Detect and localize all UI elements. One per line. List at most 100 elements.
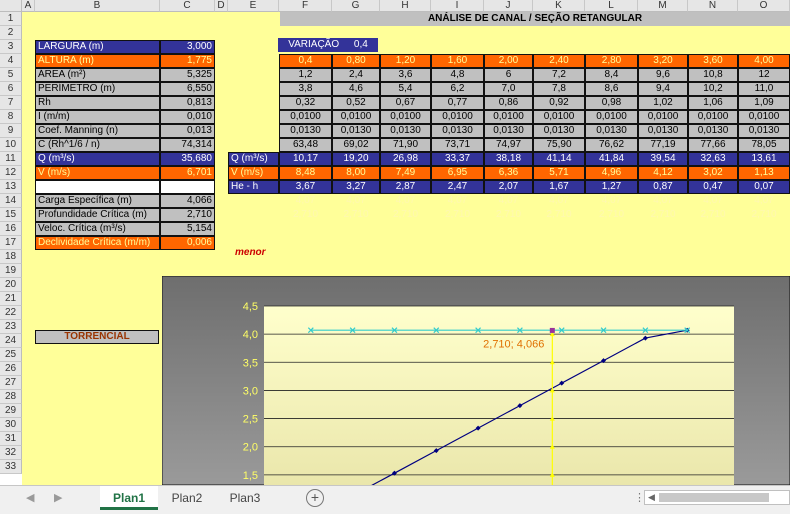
row-header[interactable]: 27: [0, 376, 22, 390]
table-cell[interactable]: 0,07: [738, 180, 790, 194]
row-header[interactable]: 4: [0, 54, 22, 68]
row-header[interactable]: 16: [0, 222, 22, 236]
column-header[interactable]: F: [279, 0, 332, 12]
table-cell[interactable]: 0,0130: [332, 124, 380, 138]
param-value[interactable]: 5,325: [160, 68, 215, 82]
table-cell[interactable]: 2,47: [431, 180, 484, 194]
table-cell[interactable]: 2,4: [332, 68, 380, 82]
table-cell[interactable]: 32,63: [688, 152, 738, 166]
table-cell[interactable]: 1,09: [738, 96, 790, 110]
param-label[interactable]: C (Rh^1/6 / n): [35, 138, 160, 152]
hidden-helper-cell[interactable]: 2,710: [484, 208, 533, 221]
table-cell[interactable]: 8,48: [279, 166, 332, 180]
table-cell[interactable]: 0,0100: [380, 110, 431, 124]
table-cell[interactable]: 9,6: [638, 68, 688, 82]
hidden-helper-cell[interactable]: 2,710: [279, 208, 332, 221]
table-cell[interactable]: 41,84: [585, 152, 638, 166]
column-header[interactable]: B: [35, 0, 160, 12]
table-cell[interactable]: 10,8: [688, 68, 738, 82]
table-cell[interactable]: 8,6: [585, 82, 638, 96]
param-label[interactable]: Profundidade Crítica (m): [35, 208, 160, 222]
table-cell[interactable]: 63,48: [279, 138, 332, 152]
table-cell[interactable]: 0,0130: [638, 124, 688, 138]
column-header[interactable]: L: [585, 0, 638, 12]
table-cell[interactable]: 0,67: [380, 96, 431, 110]
table-cell[interactable]: 38,18: [484, 152, 533, 166]
param-label[interactable]: PERÍMETRO (m): [35, 82, 160, 96]
param-label[interactable]: [35, 180, 160, 194]
row-header[interactable]: 17: [0, 236, 22, 250]
table-cell[interactable]: 1,2: [279, 68, 332, 82]
hidden-helper-cell[interactable]: 4,07: [533, 194, 585, 207]
table-cell[interactable]: 39,54: [638, 152, 688, 166]
table-cell[interactable]: 0,0130: [279, 124, 332, 138]
table-cell[interactable]: 1,20: [380, 54, 431, 68]
table-cell[interactable]: 11,0: [738, 82, 790, 96]
row-header[interactable]: 12: [0, 166, 22, 180]
column-header[interactable]: O: [738, 0, 790, 12]
row-header[interactable]: 15: [0, 208, 22, 222]
param-value[interactable]: 74,314: [160, 138, 215, 152]
row-header[interactable]: 1: [0, 12, 22, 26]
param-label[interactable]: ÁREA (m²): [35, 68, 160, 82]
param-label[interactable]: V (m/s): [35, 166, 160, 180]
param-value[interactable]: 35,680: [160, 152, 215, 166]
param-label[interactable]: Coef. Manning (n): [35, 124, 160, 138]
row-header[interactable]: 29: [0, 404, 22, 418]
column-header[interactable]: I: [431, 0, 484, 12]
scrollbar-thumb[interactable]: [659, 493, 769, 502]
table-cell[interactable]: 33,37: [431, 152, 484, 166]
table-cell[interactable]: 2,80: [585, 54, 638, 68]
column-header[interactable]: N: [688, 0, 738, 12]
table-cell[interactable]: 0,0100: [279, 110, 332, 124]
param-value[interactable]: 0,013: [160, 124, 215, 138]
table-cell[interactable]: 10,2: [688, 82, 738, 96]
table-cell[interactable]: 0,87: [638, 180, 688, 194]
column-header[interactable]: J: [484, 0, 533, 12]
table-cell[interactable]: 3,67: [279, 180, 332, 194]
hidden-helper-cell[interactable]: 4,07: [638, 194, 688, 207]
worksheet-grid[interactable]: ANÁLISE DE CANAL / SEÇÃO RETANGULAR VARI…: [22, 12, 790, 485]
param-label[interactable]: Carga Específica (m): [35, 194, 160, 208]
table-cell[interactable]: 0,0100: [738, 110, 790, 124]
param-label[interactable]: LARGURA (m): [35, 40, 160, 54]
table-cell[interactable]: 0,0130: [431, 124, 484, 138]
column-header[interactable]: C: [160, 0, 215, 12]
table-cell[interactable]: 78,05: [738, 138, 790, 152]
table-cell[interactable]: 4,12: [638, 166, 688, 180]
hidden-helper-cell[interactable]: 4,07: [585, 194, 638, 207]
table-cell[interactable]: 7,8: [533, 82, 585, 96]
table-cell[interactable]: 4,00: [738, 54, 790, 68]
table-cell[interactable]: 0,0130: [380, 124, 431, 138]
row-header[interactable]: 10: [0, 138, 22, 152]
column-header[interactable]: K: [533, 0, 585, 12]
param-label[interactable]: Veloc. Crítica (m³/s): [35, 222, 160, 236]
table-cell[interactable]: 19,20: [332, 152, 380, 166]
param-value[interactable]: 0,006: [160, 236, 215, 250]
table-cell[interactable]: 6,2: [431, 82, 484, 96]
table-cell[interactable]: 0,0130: [533, 124, 585, 138]
add-sheet-icon[interactable]: +: [306, 489, 324, 507]
table-cell[interactable]: 6,95: [431, 166, 484, 180]
table-cell[interactable]: 73,71: [431, 138, 484, 152]
hidden-helper-cell[interactable]: 2,710: [688, 208, 738, 221]
row-header[interactable]: 6: [0, 82, 22, 96]
hidden-helper-cell[interactable]: 2,710: [431, 208, 484, 221]
table-cell[interactable]: 0,0100: [585, 110, 638, 124]
hidden-helper-cell[interactable]: 2,710: [638, 208, 688, 221]
energy-chart[interactable]: 1,01,52,02,53,03,54,04,52,710; 4,066: [162, 276, 790, 485]
hidden-helper-cell[interactable]: 4,07: [380, 194, 431, 207]
table-cell[interactable]: 1,60: [431, 54, 484, 68]
param-value[interactable]: 6,701: [160, 166, 215, 180]
table-row-label[interactable]: V (m/s): [228, 166, 279, 180]
table-cell[interactable]: 2,87: [380, 180, 431, 194]
table-cell[interactable]: 5,4: [380, 82, 431, 96]
table-cell[interactable]: 0,4: [279, 54, 332, 68]
column-header[interactable]: D: [215, 0, 228, 12]
row-header[interactable]: 19: [0, 264, 22, 278]
param-value[interactable]: 0,813: [160, 96, 215, 110]
tab-plan1[interactable]: Plan1: [100, 486, 158, 510]
table-cell[interactable]: 12: [738, 68, 790, 82]
table-cell[interactable]: 0,80: [332, 54, 380, 68]
row-header[interactable]: 14: [0, 194, 22, 208]
